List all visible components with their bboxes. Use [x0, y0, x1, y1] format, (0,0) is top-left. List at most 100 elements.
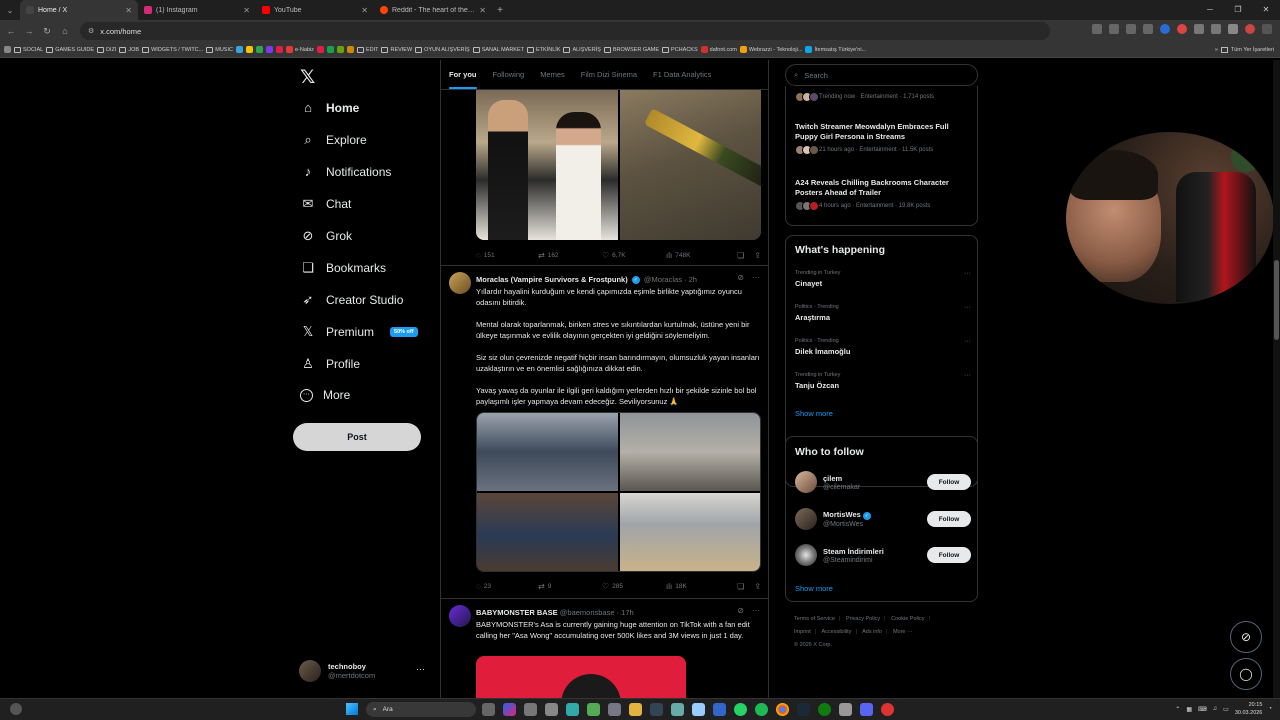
task-view-icon[interactable]	[482, 703, 495, 716]
bookmark-favicon[interactable]	[255, 46, 263, 53]
bookmark-folder[interactable]: BROWSER GAME	[603, 46, 659, 53]
follow-button[interactable]: Follow	[927, 547, 971, 563]
spotify-icon[interactable]	[755, 703, 768, 716]
battery-icon[interactable]: ▭	[1223, 706, 1229, 713]
extension-icon[interactable]	[1160, 24, 1170, 34]
app-icon[interactable]	[692, 703, 705, 716]
footer-link[interactable]: Cookie Policy	[891, 616, 924, 622]
menu-dots-icon[interactable]	[1262, 24, 1272, 34]
bookmark-folder[interactable]: PCHACKS	[662, 46, 698, 53]
trend-item[interactable]: Politics · Trending Araştırma ···	[795, 304, 971, 322]
file-explorer-icon[interactable]	[629, 703, 642, 716]
more-dots-icon[interactable]: ···	[752, 273, 760, 282]
app-icon[interactable]	[566, 703, 579, 716]
browser-tab-home-x[interactable]: Home / X ✕	[20, 0, 138, 20]
author-name[interactable]: Moraclas (Vampire Survivors & Frostpunk)	[476, 275, 628, 284]
bookmark-folder[interactable]: GAMES GUIDE	[46, 46, 94, 53]
app-icon[interactable]	[671, 703, 684, 716]
tweet-media-grid[interactable]	[476, 90, 761, 240]
footer-link[interactable]: Imprint	[794, 629, 811, 635]
clock[interactable]: 20:15 30.03.2026	[1235, 701, 1263, 717]
close-tab-icon[interactable]: ✕	[125, 6, 132, 15]
whatsapp-icon[interactable]	[734, 703, 747, 716]
widgets-icon[interactable]	[10, 703, 22, 715]
repost-button[interactable]: ⇄ 162	[538, 251, 602, 260]
bookmark-favicon[interactable]	[336, 46, 344, 53]
url-field[interactable]: ⚙ x.com/home	[80, 22, 1050, 40]
avatar[interactable]	[449, 605, 471, 627]
close-tab-icon[interactable]: ✕	[361, 6, 368, 15]
views-button[interactable]: ılı 18K	[666, 582, 687, 591]
search-input[interactable]: ⌕ Search	[785, 64, 978, 86]
author-handle[interactable]: @baemonsbase · 17h	[560, 608, 634, 617]
tweet-image[interactable]	[476, 656, 686, 700]
like-button[interactable]: ♡ 6,7K	[602, 251, 666, 260]
app-icon[interactable]	[587, 703, 600, 716]
browser-tab-reddit[interactable]: Reddit - The heart of the intern ✕	[374, 0, 492, 20]
tweet-image[interactable]	[477, 413, 618, 491]
bookmark-favicon[interactable]	[265, 46, 273, 53]
maximize-icon[interactable]: ❐	[1224, 0, 1252, 20]
trend-item[interactable]: Politics · Trending Dilek İmamoğlu ···	[795, 338, 971, 356]
reply-button[interactable]: ◌ 151	[476, 251, 538, 260]
footer-link[interactable]: Privacy Policy	[846, 616, 880, 622]
follow-button[interactable]: Follow	[927, 474, 971, 490]
bookmark-folder[interactable]: WIDGETS / TWITC...	[142, 46, 203, 53]
footer-link[interactable]: Ads info	[862, 629, 882, 635]
more-dots-icon[interactable]: ···	[964, 304, 971, 311]
trend-item[interactable]: Trending in Turkey Tanju Özcan ···	[795, 372, 971, 390]
share-icon[interactable]: ⇪	[754, 582, 761, 591]
follow-suggestion[interactable]: Steam İndirimleri @Steamindirimi Follow	[795, 542, 971, 568]
footer-link[interactable]: More ···	[893, 629, 913, 635]
nav-premium[interactable]: 𝕏 Premium 50% off	[300, 324, 418, 340]
browser-tab-instagram[interactable]: (1) Instagram ✕	[138, 0, 256, 20]
apps-grid-icon[interactable]	[4, 46, 11, 53]
grok-icon[interactable]: ⊘	[737, 606, 744, 615]
page-scrollbar[interactable]	[1273, 60, 1280, 700]
repost-button[interactable]: ⇄ 9	[538, 582, 602, 591]
news-item[interactable]: Trending now · Entertainment · 1,714 pos…	[795, 92, 973, 102]
more-dots-icon[interactable]: ···	[964, 270, 971, 277]
bookmark-favicon[interactable]	[326, 46, 334, 53]
nav-creator-studio[interactable]: ➶ Creator Studio	[300, 292, 404, 308]
site-info-icon[interactable]: ⚙	[88, 27, 94, 35]
share-icon[interactable]: ⇪	[754, 251, 761, 260]
tweet-image[interactable]	[476, 90, 618, 240]
tweet-image[interactable]	[619, 413, 760, 491]
like-button[interactable]: ♡ 285	[602, 582, 666, 591]
scrollbar-thumb[interactable]	[1274, 260, 1279, 340]
post-button[interactable]: Post	[293, 423, 421, 451]
windows-start-icon[interactable]	[346, 703, 358, 715]
bookmark-icon[interactable]: ❏	[737, 582, 744, 591]
more-dots-icon[interactable]: ···	[752, 606, 760, 615]
more-dots-icon[interactable]: ···	[964, 372, 971, 379]
all-bookmarks[interactable]: » Tüm Yer İşaretleri	[1215, 42, 1274, 58]
bookmark-folder[interactable]: EDIT	[356, 46, 378, 53]
puzzle-icon[interactable]	[1228, 24, 1238, 34]
tweet-image[interactable]	[619, 90, 761, 240]
bookmark-folder[interactable]: DIZI	[97, 46, 116, 53]
bookmark-link[interactable]: İtemsatış Türkiye'ni...	[805, 46, 866, 53]
nav-profile[interactable]: ♙ Profile	[300, 356, 360, 372]
close-window-icon[interactable]: ✕	[1252, 0, 1280, 20]
views-button[interactable]: ılı 748K	[666, 251, 690, 260]
app-icon[interactable]	[650, 703, 663, 716]
reply-button[interactable]: ◌ 23	[476, 582, 538, 591]
star-icon[interactable]	[1143, 24, 1153, 34]
minimize-icon[interactable]: ─	[1196, 0, 1224, 20]
news-item[interactable]: Twitch Streamer Meowdalyn Embraces Full …	[795, 122, 973, 155]
show-more-link[interactable]: Show more	[795, 584, 833, 593]
forward-arrow-icon[interactable]: →	[22, 24, 36, 38]
extension-icon[interactable]	[1211, 24, 1221, 34]
taskbar-search[interactable]: ⌕ Ara	[366, 702, 476, 717]
footer-link[interactable]: Accessibility	[821, 629, 851, 635]
back-arrow-icon[interactable]: ←	[4, 24, 18, 38]
app-icon[interactable]	[860, 703, 873, 716]
avatar[interactable]	[449, 272, 471, 294]
tab-following[interactable]: Following	[485, 60, 533, 89]
tweet-image[interactable]	[477, 493, 618, 571]
network-icon[interactable]: ⌨	[1198, 706, 1207, 713]
extension-icon[interactable]	[1092, 24, 1102, 34]
bookmark-folder[interactable]: ALIŞVERİŞ	[563, 46, 601, 53]
bookmark-favicon[interactable]	[275, 46, 283, 53]
